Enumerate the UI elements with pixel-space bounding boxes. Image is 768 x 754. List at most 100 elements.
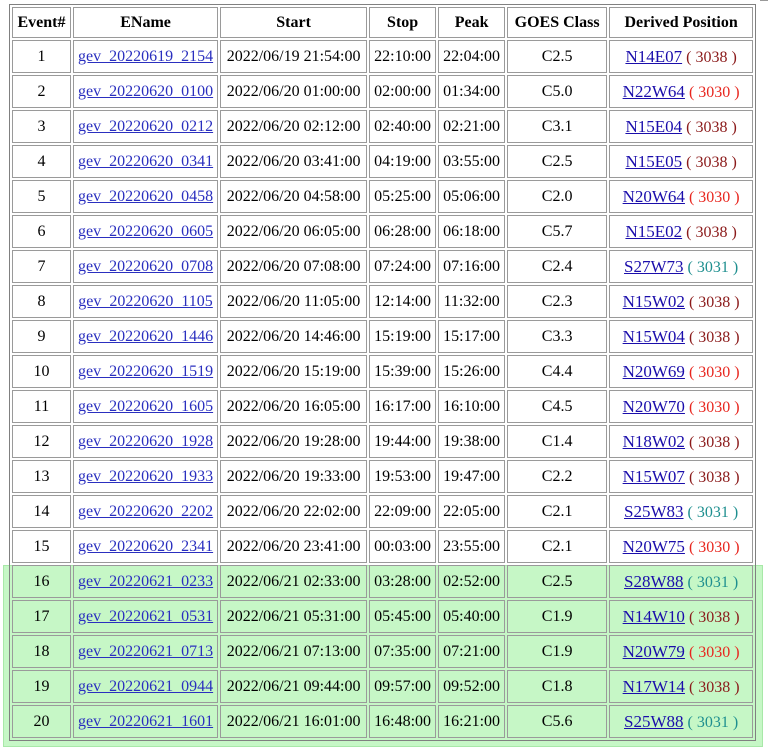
ename-link[interactable]: gev_20220620_0708 [78, 258, 213, 275]
goes-class: C1.8 [507, 670, 608, 703]
position-link[interactable]: N22W64 [623, 82, 685, 101]
region-number-value: 3038 [695, 153, 728, 171]
event-number: 6 [12, 215, 71, 248]
goes-class: C2.5 [507, 145, 608, 178]
header-goes-class: GOES Class [507, 7, 608, 38]
region-number: ( 3030 ) [688, 83, 740, 101]
ename-link[interactable]: gev_20220621_0233 [78, 573, 213, 590]
derived-position-cell: N15W02 ( 3038 ) [609, 285, 754, 318]
table-row: 15 gev_20220620_2341 2022/06/20 23:41:00 00… [12, 530, 754, 563]
event-number: 12 [12, 425, 71, 458]
position-link[interactable]: N14E07 [625, 47, 682, 66]
peak-time: 19:47:00 [438, 460, 506, 493]
start-time: 2022/06/20 04:58:00 [220, 180, 368, 213]
position-link[interactable]: N15E02 [625, 222, 682, 241]
start-time: 2022/06/20 14:46:00 [220, 320, 368, 353]
position-link[interactable]: N20W64 [623, 187, 685, 206]
region-number-value: 3038 [695, 48, 728, 66]
start-time: 2022/06/21 16:01:00 [220, 705, 368, 738]
region-number-value: 3038 [698, 468, 731, 486]
ename-cell: gev_20220620_2202 [73, 495, 219, 528]
ename-link[interactable]: gev_20220620_1933 [78, 468, 213, 485]
ename-link[interactable]: gev_20220621_0713 [78, 643, 213, 660]
goes-class: C2.1 [507, 530, 608, 563]
ename-link[interactable]: gev_20220620_2202 [78, 503, 213, 520]
derived-position-cell: N15W07 ( 3038 ) [609, 460, 754, 493]
position-link[interactable]: N20W70 [623, 397, 685, 416]
position-link[interactable]: N20W75 [623, 537, 685, 556]
position-link[interactable]: N20W69 [623, 362, 685, 381]
region-number-value: 3030 [698, 188, 731, 206]
peak-time: 07:16:00 [438, 250, 506, 283]
header-derived-position: Derived Position [609, 7, 754, 38]
position-link[interactable]: N17W14 [623, 677, 685, 696]
position-link[interactable]: S25W83 [624, 502, 684, 521]
start-time: 2022/06/20 16:05:00 [220, 390, 368, 423]
position-link[interactable]: S27W73 [624, 257, 684, 276]
table-row: 10 gev_20220620_1519 2022/06/20 15:19:00 15… [12, 355, 754, 388]
header-ename: EName [73, 7, 219, 38]
position-link[interactable]: N15E05 [625, 152, 682, 171]
position-link[interactable]: N15E04 [625, 117, 682, 136]
region-number-value: 3030 [698, 363, 731, 381]
ename-link[interactable]: gev_20220621_1601 [78, 713, 213, 730]
header-start: Start [220, 7, 368, 38]
ename-link[interactable]: gev_20220621_0944 [78, 678, 213, 695]
goes-class: C2.5 [507, 565, 608, 598]
position-link[interactable]: N15W07 [623, 467, 685, 486]
region-number-value: 3031 [696, 258, 729, 276]
derived-position-cell: N20W64 ( 3030 ) [609, 180, 754, 213]
ename-cell: gev_20220620_0212 [73, 110, 219, 143]
start-time: 2022/06/21 02:33:00 [220, 565, 368, 598]
table-row: 18 gev_20220621_0713 2022/06/21 07:13:00 07… [12, 635, 754, 668]
ename-cell: gev_20220621_0944 [73, 670, 219, 703]
region-number-value: 3030 [698, 538, 731, 556]
position-link[interactable]: N14W10 [623, 607, 685, 626]
table-row: 17 gev_20220621_0531 2022/06/21 05:31:00 05… [12, 600, 754, 633]
table-row: 3 gev_20220620_0212 2022/06/20 02:12:00 02:… [12, 110, 754, 143]
region-number: ( 3031 ) [687, 258, 739, 276]
ename-link[interactable]: gev_20220619_2154 [78, 48, 213, 65]
derived-position-cell: N17W14 ( 3038 ) [609, 670, 754, 703]
stop-time: 03:28:00 [369, 565, 437, 598]
ename-link[interactable]: gev_20220620_0100 [78, 83, 213, 100]
position-link[interactable]: S25W88 [624, 712, 684, 731]
stop-time: 09:57:00 [369, 670, 437, 703]
ename-link[interactable]: gev_20220620_1105 [78, 293, 213, 310]
peak-time: 01:34:00 [438, 75, 506, 108]
table-row: 12 gev_20220620_1928 2022/06/20 19:28:00 19… [12, 425, 754, 458]
ename-link[interactable]: gev_20220620_1928 [78, 433, 213, 450]
region-number: ( 3030 ) [688, 643, 740, 661]
region-number-value: 3030 [698, 398, 731, 416]
ename-link[interactable]: gev_20220620_0458 [78, 188, 213, 205]
position-link[interactable]: N15W02 [623, 292, 685, 311]
stop-time: 07:35:00 [369, 635, 437, 668]
region-number-value: 3031 [696, 503, 729, 521]
ename-link[interactable]: gev_20220620_0212 [78, 118, 213, 135]
goes-class: C1.4 [507, 425, 608, 458]
derived-position-cell: N14W10 ( 3038 ) [609, 600, 754, 633]
goes-class: C1.9 [507, 635, 608, 668]
ename-link[interactable]: gev_20220620_1605 [78, 398, 213, 415]
ename-link[interactable]: gev_20220620_1519 [78, 363, 213, 380]
ename-link[interactable]: gev_20220620_0605 [78, 223, 213, 240]
table-row: 19 gev_20220621_0944 2022/06/21 09:44:00 09… [12, 670, 754, 703]
event-number: 15 [12, 530, 71, 563]
region-number-value: 3038 [698, 678, 731, 696]
ename-link[interactable]: gev_20220620_1446 [78, 328, 213, 345]
region-number-value: 3038 [698, 328, 731, 346]
stop-time: 19:44:00 [369, 425, 437, 458]
position-link[interactable]: N20W79 [623, 642, 685, 661]
peak-time: 02:52:00 [438, 565, 506, 598]
ename-link[interactable]: gev_20220620_2341 [78, 538, 213, 555]
derived-position-cell: N15E05 ( 3038 ) [609, 145, 754, 178]
position-link[interactable]: N18W02 [623, 432, 685, 451]
stop-time: 02:40:00 [369, 110, 437, 143]
ename-link[interactable]: gev_20220621_0531 [78, 608, 213, 625]
ename-link[interactable]: gev_20220620_0341 [78, 153, 213, 170]
position-link[interactable]: N15W04 [623, 327, 685, 346]
derived-position-cell: N22W64 ( 3030 ) [609, 75, 754, 108]
peak-time: 09:52:00 [438, 670, 506, 703]
region-number: ( 3031 ) [687, 573, 739, 591]
position-link[interactable]: S28W88 [624, 572, 684, 591]
